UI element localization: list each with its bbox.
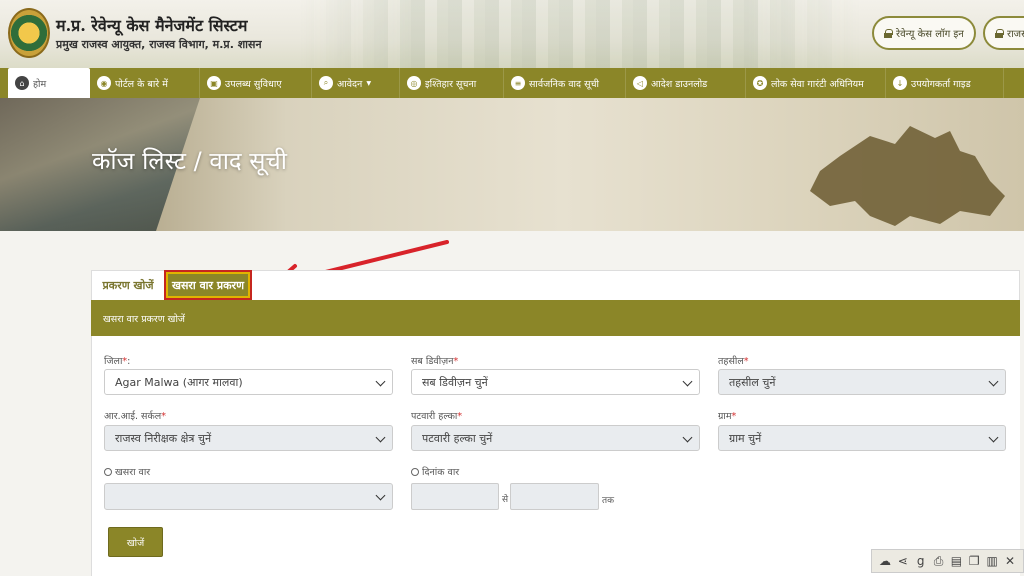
floating-toolbar: ☁ ⋖ g ⎙ ▤ ❐ ▥ ✕ xyxy=(871,549,1024,573)
nav-item-notice[interactable]: ◎ इश्तिहार सूचना xyxy=(400,68,504,98)
from-word: से xyxy=(502,495,509,505)
close-icon[interactable]: ✕ xyxy=(1002,554,1018,568)
copy-icon[interactable]: ❐ xyxy=(966,554,982,568)
date-radio[interactable]: दिनांक वार xyxy=(411,465,459,478)
nav-item-application[interactable]: ⌕ आवेदन ▾ xyxy=(312,68,400,98)
eye-icon: ◉ xyxy=(97,76,111,90)
chevron-down-icon xyxy=(375,376,386,387)
megaphone-icon: ◁ xyxy=(633,76,647,90)
list-icon: ≡ xyxy=(511,76,525,90)
village-select[interactable]: ग्राम चुनें xyxy=(718,425,1006,451)
tehsil-select[interactable]: तहसील चुनें xyxy=(718,369,1006,395)
site-subtitle: प्रमुख राजस्व आयुक्त, राजस्व विभाग, म.प्… xyxy=(56,38,262,51)
nav-item-about[interactable]: ◉ पोर्टल के बारे में xyxy=(90,68,200,98)
village-label: ग्राम* xyxy=(718,411,737,422)
panel-heading: खसरा वार प्रकरण खोजें xyxy=(91,300,1020,336)
second-login-button[interactable]: राजस् xyxy=(983,16,1024,50)
chevron-down-icon xyxy=(375,432,386,443)
share-icon[interactable]: ⋖ xyxy=(895,554,911,568)
nav-item-user-guide[interactable]: ↓ उपयोगकर्ता गाइड xyxy=(886,68,1004,98)
ri-circle-label: आर.आई. सर्कल* xyxy=(104,411,166,422)
revenue-case-login-button[interactable]: रेवेन्यू केस लॉग इन xyxy=(872,16,976,50)
briefcase-icon: ▣ xyxy=(207,76,221,90)
district-label: जिला*: xyxy=(104,356,131,367)
lock-icon xyxy=(884,28,893,38)
chevron-down-icon xyxy=(375,490,386,501)
guarantee-icon: ✪ xyxy=(753,76,767,90)
site-title: म.प्र. रेवेन्यू केस मैनेजमेंट सिस्टम xyxy=(56,16,248,35)
header-tree-art xyxy=(300,0,860,68)
subdivision-select[interactable]: सब डिवीज़न चुनें xyxy=(411,369,700,395)
from-date-input[interactable] xyxy=(411,483,499,510)
cloud-icon[interactable]: ☁ xyxy=(877,554,893,568)
district-select[interactable]: Agar Malwa (आगर मालवा) xyxy=(104,369,393,395)
mp-map-graphic xyxy=(810,126,1005,226)
tab-search-case[interactable]: प्रकरण खोजें xyxy=(96,272,160,298)
chevron-down-icon xyxy=(682,432,693,443)
home-icon: ⌂ xyxy=(15,76,29,90)
site-header: म.प्र. रेवेन्यू केस मैनेजमेंट सिस्टम प्र… xyxy=(0,0,1024,68)
khasra-radio[interactable]: खसरा वार xyxy=(104,465,150,478)
mp-emblem-logo xyxy=(8,8,50,58)
save-icon[interactable]: ▥ xyxy=(984,554,1000,568)
document-icon[interactable]: ▤ xyxy=(948,554,964,568)
nav-item-home[interactable]: ⌂ होम xyxy=(8,68,90,98)
search-icon: ⌕ xyxy=(319,76,333,90)
khasra-select[interactable] xyxy=(104,483,393,510)
tab-khasra-case[interactable]: खसरा वार प्रकरण xyxy=(164,270,252,300)
patwari-select[interactable]: पटवारी हल्का चुनें xyxy=(411,425,700,451)
ri-circle-select[interactable]: राजस्व निरीक्षक क्षेत्र चुनें xyxy=(104,425,393,451)
chevron-down-icon xyxy=(988,376,999,387)
to-word: तक xyxy=(602,496,615,506)
lock-icon xyxy=(995,28,1004,38)
chevron-down-icon xyxy=(682,376,693,387)
page-banner: कॉज लिस्ट / वाद सूची xyxy=(0,98,1024,231)
patwari-label: पटवारी हल्का* xyxy=(411,411,463,422)
caret-down-icon: ▾ xyxy=(366,77,372,89)
print-icon[interactable]: ⎙ xyxy=(931,554,947,569)
main-nav: ⌂ होम ◉ पोर्टल के बारे में ▣ उपलब्ध सुवि… xyxy=(0,68,1024,98)
google-icon[interactable]: g xyxy=(913,554,929,568)
nav-item-facilities[interactable]: ▣ उपलब्ध सुविधाए xyxy=(200,68,312,98)
page-title: कॉज लिस्ट / वाद सूची xyxy=(92,147,287,175)
chevron-down-icon xyxy=(988,432,999,443)
tehsil-label: तहसील* xyxy=(718,356,749,367)
subdivision-label: सब डिवीज़न* xyxy=(411,356,459,367)
search-button[interactable]: खोजें xyxy=(108,527,163,557)
notice-icon: ◎ xyxy=(407,76,421,90)
nav-item-order-download[interactable]: ◁ आदेश डाउनलोड xyxy=(626,68,746,98)
to-date-input[interactable] xyxy=(510,483,599,510)
nav-item-public-service[interactable]: ✪ लोक सेवा गारंटी अधिनियम xyxy=(746,68,886,98)
download-icon: ↓ xyxy=(893,76,907,90)
nav-item-public-case-list[interactable]: ≡ सार्वजनिक वाद सूची xyxy=(504,68,626,98)
